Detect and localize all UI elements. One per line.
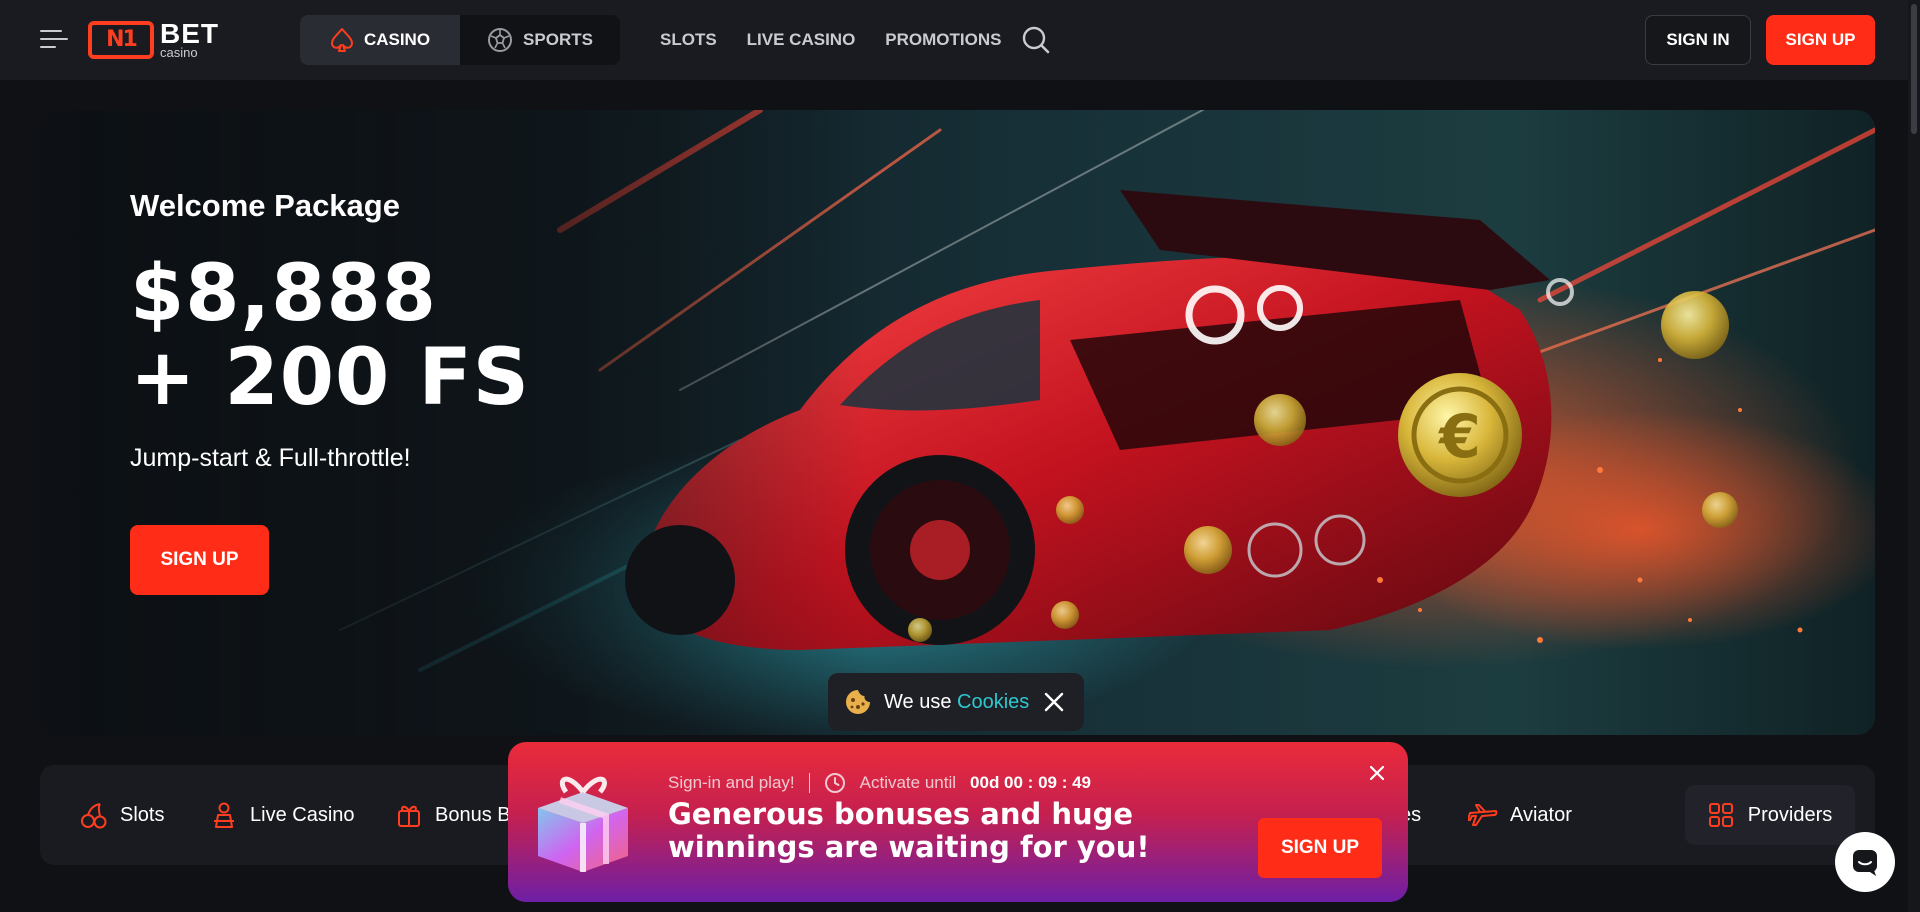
- cookie-icon: [846, 690, 870, 714]
- logo-sub: casino: [160, 45, 198, 60]
- hero-banner: € Welcome Package $8,888 + 200 FS Jump-s…: [40, 110, 1875, 735]
- mode-switch: CASINO SPORTS: [300, 15, 620, 65]
- hero-sign-up-button[interactable]: SIGN UP: [130, 525, 269, 595]
- close-icon[interactable]: [1042, 690, 1066, 714]
- tab-sports[interactable]: SPORTS: [460, 15, 620, 65]
- nav-slots[interactable]: SLOTS: [660, 30, 717, 50]
- scrollbar-thumb[interactable]: [1911, 4, 1917, 134]
- plane-icon: [1468, 804, 1498, 826]
- dealer-icon: [214, 802, 234, 828]
- sign-up-button[interactable]: SIGN UP: [1766, 15, 1875, 65]
- chat-button[interactable]: [1835, 832, 1895, 892]
- logo-mark: N1: [88, 20, 154, 59]
- promo-title: Generous bonuses and huge winnings are w…: [668, 797, 1150, 864]
- page: N1 BET casino CASINO SPORTS SLOTS LIVE C…: [0, 0, 1920, 912]
- logo[interactable]: N1 BET casino: [88, 20, 219, 59]
- promo-timer: 00d 00 : 09 : 49: [970, 773, 1091, 792]
- hero-amount: $8,888 + 200 FS: [130, 252, 530, 420]
- category-slots[interactable]: Slots: [80, 765, 164, 865]
- category-aviator[interactable]: Aviator: [1468, 765, 1572, 865]
- category-slots-label: Slots: [120, 803, 165, 826]
- promo-sign-in-text: Sign-in and play!: [668, 773, 795, 792]
- nav-promotions[interactable]: PROMOTIONS: [885, 30, 1001, 50]
- chat-icon: [1853, 850, 1877, 876]
- cookies-link[interactable]: Cookies: [957, 691, 1029, 713]
- search-icon[interactable]: [1020, 24, 1052, 56]
- category-bonus-buy-label: Bonus B: [435, 803, 511, 826]
- providers-label: Providers: [1747, 803, 1833, 826]
- main-nav: SLOTS LIVE CASINO PROMOTIONS: [660, 0, 1001, 80]
- promo-banner: Sign-in and play! Activate until 00d 00 …: [508, 742, 1408, 902]
- hero-amount-line1: $8,888: [130, 249, 437, 339]
- logo-brand: BET: [160, 18, 219, 49]
- tab-casino-label: CASINO: [363, 30, 431, 49]
- gift-box-icon: [538, 776, 628, 872]
- hero-text: Welcome Package $8,888 + 200 FS Jump-sta…: [130, 188, 530, 595]
- promo-activate-label: Activate until: [859, 773, 957, 792]
- hero-amount-line2: + 200 FS: [130, 333, 530, 423]
- close-icon[interactable]: [1368, 764, 1386, 782]
- category-aviator-label: Aviator: [1510, 803, 1572, 826]
- cherry-icon: [81, 803, 107, 829]
- tab-casino[interactable]: CASINO: [300, 15, 460, 65]
- menu-icon[interactable]: [40, 28, 68, 50]
- promo-sign-up-button[interactable]: SIGN UP: [1258, 818, 1382, 878]
- cookie-notice: We use Cookies: [828, 673, 1084, 731]
- hero-kicker: Welcome Package: [130, 188, 400, 223]
- clock-icon: [824, 773, 845, 793]
- promo-meta: Sign-in and play! Activate until 00d 00 …: [668, 772, 1091, 794]
- nav-live-casino[interactable]: LIVE CASINO: [747, 30, 856, 50]
- top-header: N1 BET casino CASINO SPORTS SLOTS LIVE C…: [0, 0, 1920, 80]
- category-live-casino-label: Live Casino: [250, 803, 355, 826]
- grid-icon: [1708, 803, 1733, 827]
- providers-button[interactable]: Providers: [1685, 785, 1855, 845]
- category-bonus-buy[interactable]: Bonus B: [395, 765, 511, 865]
- hero-tagline: Jump-start & Full-throttle!: [130, 444, 411, 472]
- gift-icon: [398, 805, 420, 827]
- sign-in-button[interactable]: SIGN IN: [1645, 15, 1751, 65]
- tab-sports-label: SPORTS: [523, 30, 593, 49]
- scrollbar[interactable]: [1908, 0, 1920, 912]
- category-live-casino[interactable]: Live Casino: [210, 765, 355, 865]
- soccer-ball-icon: [488, 28, 513, 52]
- cookie-text: We use: [884, 690, 952, 713]
- divider: [808, 773, 810, 793]
- spade-icon: [330, 28, 353, 52]
